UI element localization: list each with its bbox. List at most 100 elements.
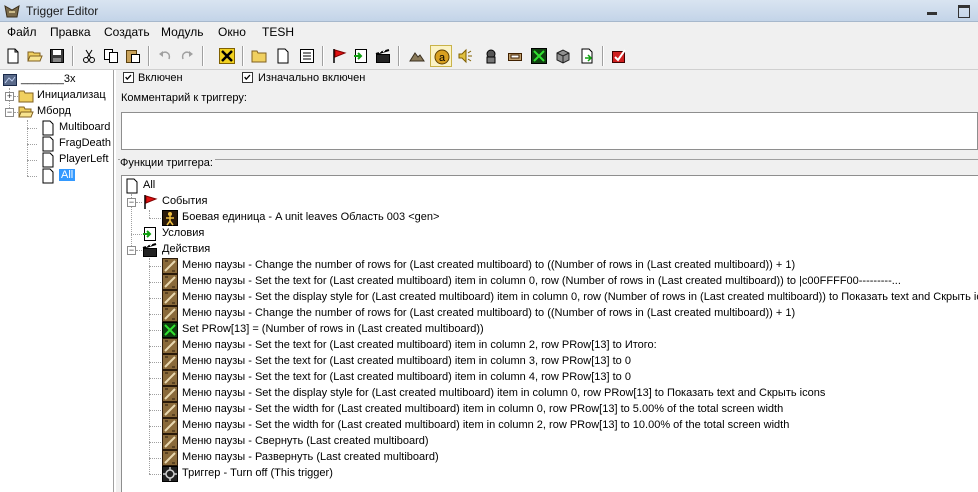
terrain-icon <box>409 52 425 62</box>
new-action-icon <box>375 49 390 63</box>
unit-editor-button[interactable]: a <box>430 45 452 67</box>
menu-module[interactable]: Модуль <box>161 25 204 39</box>
tree-trigger-multiboard[interactable]: Multiboard <box>40 120 112 136</box>
new-condition-button[interactable] <box>350 45 372 67</box>
function-root-label: All <box>143 179 156 191</box>
terrain-editor-button[interactable] <box>406 45 428 67</box>
redo-button[interactable] <box>176 45 198 67</box>
cut-icon <box>83 49 95 63</box>
export-button[interactable] <box>576 45 598 67</box>
collapse-toggle[interactable]: − <box>127 198 136 207</box>
initially-on-label: Изначально включен <box>258 72 366 84</box>
tree-guide <box>149 394 161 395</box>
trigger-off-icon <box>162 466 178 482</box>
tree-root[interactable]: _______3x <box>2 72 112 88</box>
export-icon <box>581 48 593 64</box>
delete-icon <box>219 48 235 64</box>
tree-guide <box>149 458 161 459</box>
tree-folder-init[interactable]: Инициализац <box>18 88 112 104</box>
test-map-button[interactable] <box>608 45 630 67</box>
toolbar: a <box>0 42 978 70</box>
delete-button[interactable] <box>216 45 238 67</box>
multiboard-icon <box>162 354 178 370</box>
toolbar-separator <box>398 46 400 66</box>
copy-button[interactable] <box>100 45 122 67</box>
tree-guide <box>149 362 161 363</box>
tree-guide <box>149 210 150 218</box>
tree-guide <box>27 160 37 161</box>
maximize-button[interactable] <box>948 1 978 19</box>
tree-guide <box>27 176 37 177</box>
sound-editor-button[interactable] <box>454 45 476 67</box>
tree-trigger-all[interactable]: All <box>40 168 112 184</box>
action-text: Меню паузы - Set the width for (Last cre… <box>182 419 790 431</box>
trigger-tree[interactable]: _______3x + Инициализац − Мборд Multiboa… <box>0 70 114 492</box>
redo-icon <box>181 51 193 60</box>
open-icon <box>27 51 43 62</box>
initially-on-checkbox[interactable] <box>242 72 253 83</box>
menu-create[interactable]: Создать <box>104 25 150 39</box>
save-icon <box>50 49 64 63</box>
multiboard-icon <box>162 386 178 402</box>
toolbar-separator <box>242 46 244 66</box>
open-button[interactable] <box>24 45 46 67</box>
new-event-button[interactable] <box>328 45 350 67</box>
event-flag-icon <box>144 195 158 209</box>
folder-icon <box>18 90 34 103</box>
new-button[interactable] <box>2 45 24 67</box>
conditions-label: Условия <box>162 227 205 239</box>
camera-editor-button[interactable] <box>504 45 526 67</box>
import-icon <box>556 49 570 64</box>
action-text: Меню паузы - Развернуть (Last created mu… <box>182 451 439 463</box>
test-map-icon <box>612 49 626 63</box>
object-editor-button[interactable] <box>480 45 502 67</box>
save-button[interactable] <box>46 45 68 67</box>
tree-folder-mboard[interactable]: Мборд <box>18 104 112 120</box>
trigger-functions-tree[interactable]: All − События Боевая единица - A unit le… <box>121 175 978 492</box>
tree-guide <box>149 298 161 299</box>
paste-button[interactable] <box>122 45 144 67</box>
cut-button[interactable] <box>78 45 100 67</box>
new-action-button[interactable] <box>372 45 394 67</box>
tree-guide <box>149 346 161 347</box>
multiboard-icon <box>162 450 178 466</box>
new-trigger-button[interactable] <box>272 45 294 67</box>
menu-tesh[interactable]: TESH <box>262 25 294 39</box>
tree-folder-label: Мборд <box>37 105 71 117</box>
action-text: Меню паузы - Change the number of rows f… <box>182 259 796 271</box>
tree-guide <box>149 330 161 331</box>
new-category-button[interactable] <box>248 45 270 67</box>
new-comment-button[interactable] <box>296 45 318 67</box>
sound-icon <box>458 48 472 64</box>
multiboard-icon <box>162 402 178 418</box>
expand-toggle[interactable]: + <box>5 92 14 101</box>
events-label: События <box>162 195 208 207</box>
menu-edit[interactable]: Правка <box>50 25 91 39</box>
trigger-document-icon <box>126 178 138 194</box>
collapse-toggle[interactable]: − <box>127 246 136 255</box>
comment-textarea[interactable] <box>121 112 978 150</box>
multiboard-icon <box>162 306 178 322</box>
tree-trigger-label: Multiboard <box>59 121 111 133</box>
tree-trigger-fragdeath[interactable]: FragDeath <box>40 136 112 152</box>
collapse-toggle[interactable]: − <box>5 108 14 117</box>
tree-guide <box>149 426 161 427</box>
unit-icon: a <box>434 49 450 65</box>
menu-window[interactable]: Окно <box>218 25 246 39</box>
enabled-label: Включен <box>138 72 183 84</box>
import-manager-button[interactable] <box>552 45 574 67</box>
menu-file[interactable]: Файл <box>7 25 37 39</box>
ai-editor-button[interactable] <box>528 45 550 67</box>
action-text: Меню паузы - Set the display style for (… <box>182 387 826 399</box>
tree-trigger-playerleft[interactable]: PlayerLeft <box>40 152 112 168</box>
action-text: Меню паузы - Set the width for (Last cre… <box>182 403 784 415</box>
enabled-checkbox[interactable] <box>123 72 134 83</box>
trigger-document-icon <box>42 120 54 136</box>
undo-button[interactable] <box>154 45 176 67</box>
minimize-button[interactable] <box>918 1 946 19</box>
new-trigger-icon <box>277 48 289 64</box>
tree-folder-label: Инициализац <box>37 89 106 101</box>
actions-label: Действия <box>162 243 211 255</box>
multiboard-icon <box>162 258 178 274</box>
tree-guide <box>149 410 161 411</box>
